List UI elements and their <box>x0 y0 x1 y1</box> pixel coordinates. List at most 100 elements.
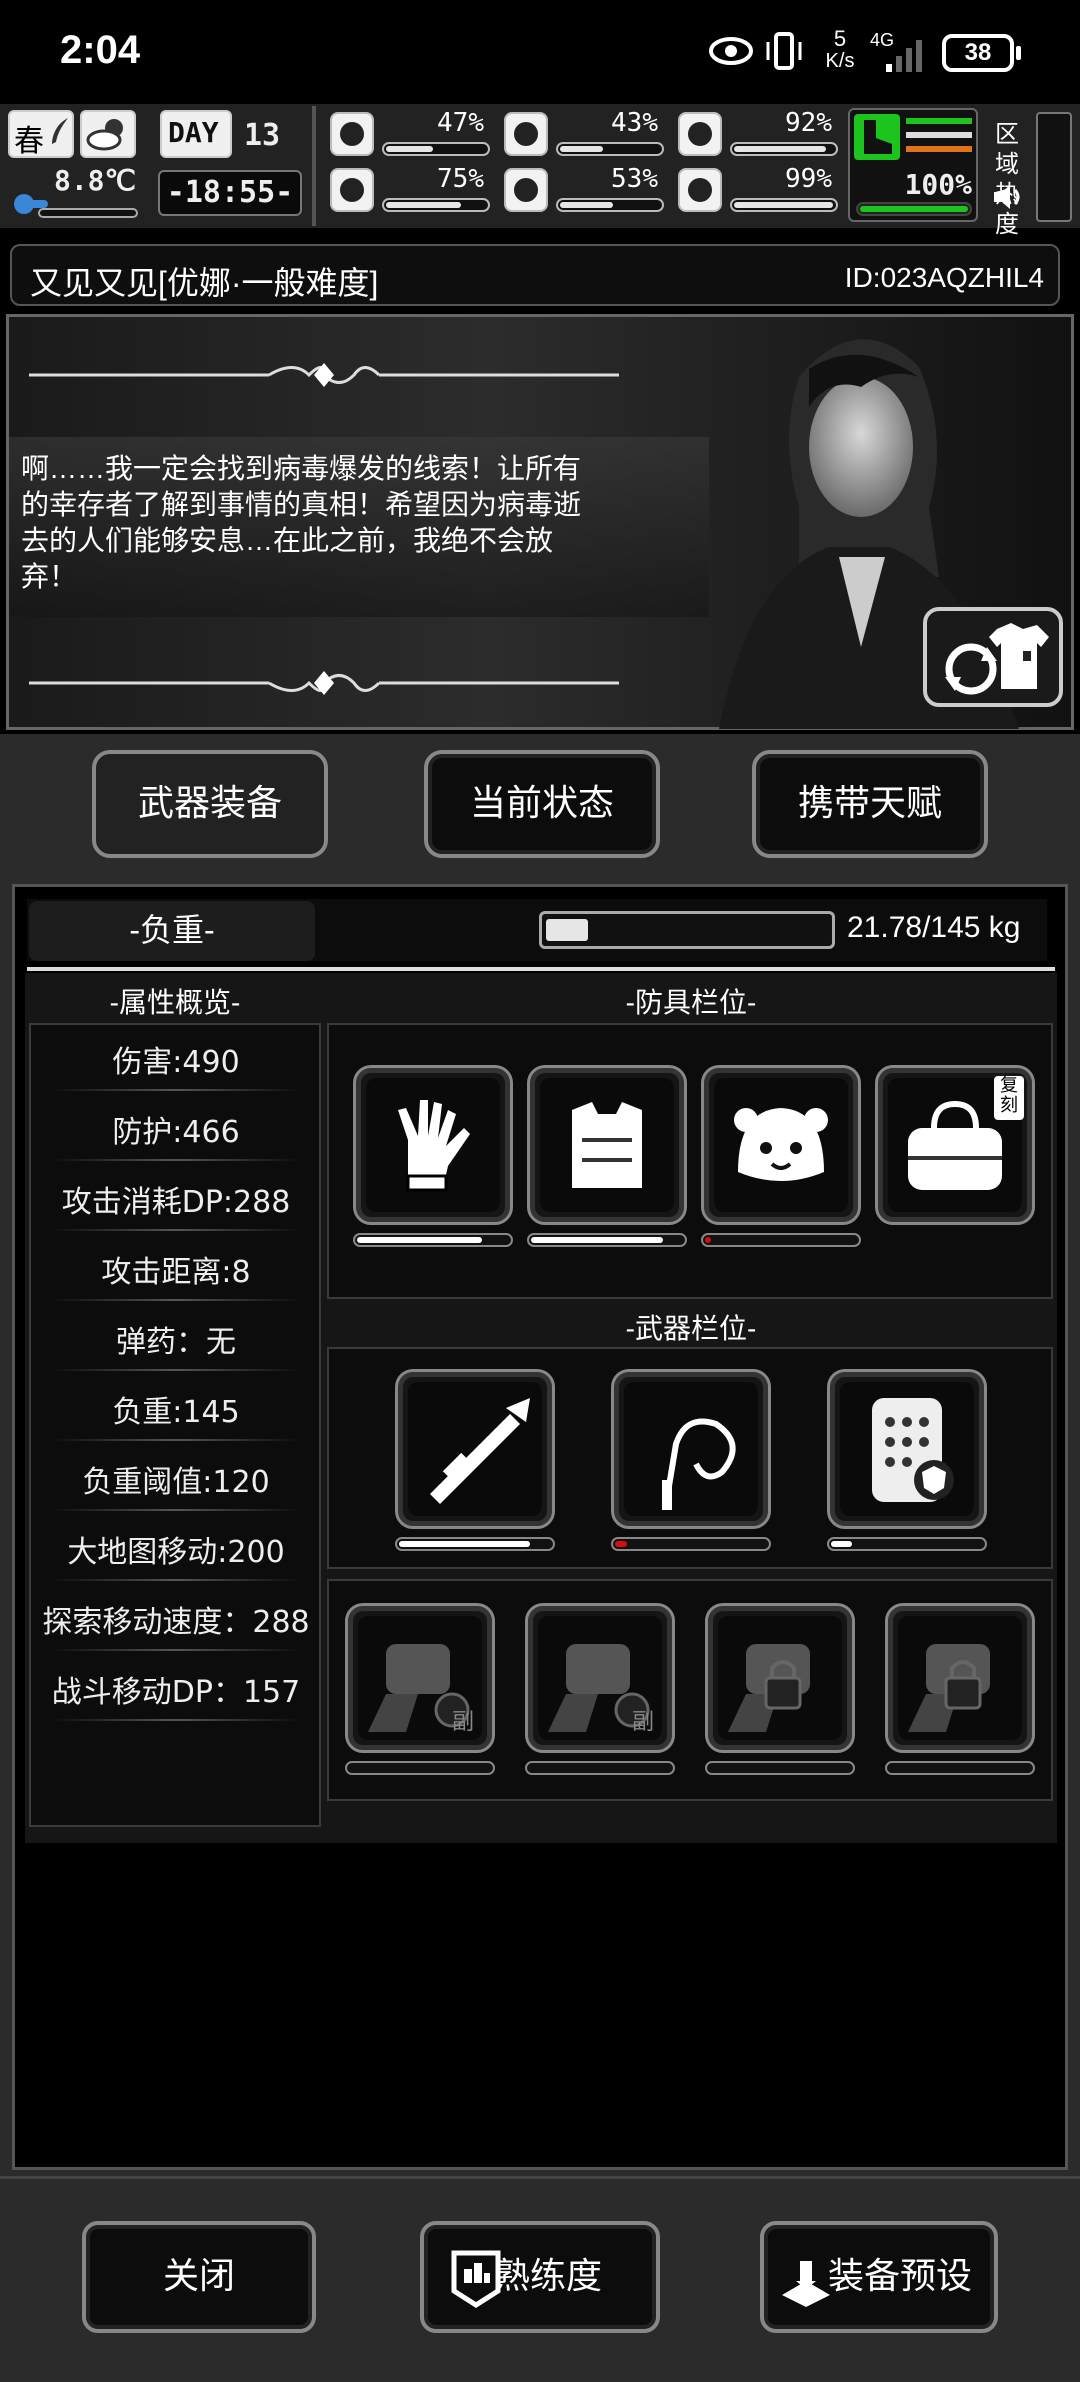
armor-slot-vest[interactable] <box>527 1065 687 1225</box>
weather-box[interactable] <box>80 110 136 158</box>
stat-value-0: 47% <box>437 108 484 138</box>
stat-value-3: 75% <box>437 164 484 194</box>
tab-current-status[interactable]: 当前状态 <box>424 750 660 858</box>
proficiency-label: 熟练度 <box>494 2256 603 2297</box>
attribute-item: 攻击距离:8 <box>101 1255 251 1290</box>
stat-bar-3 <box>382 198 490 212</box>
player-id: ID:023AQZHIL4 <box>844 262 1044 293</box>
armor-slot-gloves[interactable] <box>353 1065 513 1225</box>
sub-label: 副 <box>451 1710 474 1735</box>
region-heat-label: 区域热度 <box>995 121 1019 238</box>
equipment-preset-label: 装备预设 <box>828 2256 973 2297</box>
stamina-value: 100% <box>904 168 972 201</box>
heart-icon <box>678 168 722 212</box>
sub-label: 副 <box>631 1710 654 1735</box>
temperature: 8.8℃ <box>53 164 136 197</box>
attribute-item: 探索移动速度：288 <box>42 1605 310 1640</box>
load-label: -负重- <box>29 901 315 961</box>
game-clock: -18:55- <box>158 170 302 216</box>
attribute-item: 负重阈值:120 <box>82 1465 270 1500</box>
durability-bar <box>527 1233 687 1247</box>
durability-bar <box>395 1537 555 1551</box>
partly-cloudy-icon <box>86 119 123 151</box>
sub-weapon-slot[interactable]: 副 <box>525 1603 675 1753</box>
profile-name-bar: 又见又见[优娜·一般难度] ID:023AQZHIL4 <box>10 244 1060 306</box>
clock-time: 2:04 <box>60 28 141 72</box>
durability-bar <box>827 1537 987 1551</box>
durability-bar <box>345 1761 495 1775</box>
replica-badge: 复刻 <box>994 1076 1024 1120</box>
status-bar: 2:04 5 K/s 4G 38 <box>0 0 1080 104</box>
stat-value-5: 99% <box>785 164 832 194</box>
durability-bar <box>885 1761 1035 1775</box>
durability-bar <box>611 1537 771 1551</box>
attribute-item: 弹药：无 <box>116 1325 236 1360</box>
bottom-bar: 关闭 熟练度 装备预设 <box>0 2176 1080 2382</box>
armor-title: -防具栏位- <box>625 987 757 1018</box>
day-label-box: DAY <box>160 110 232 158</box>
weapon-slot-rocket-launcher[interactable] <box>395 1369 555 1529</box>
weapon-slot-riot-shield[interactable] <box>827 1369 987 1529</box>
attribute-item: 伤害:490 <box>112 1045 240 1080</box>
stat-bar-4 <box>556 198 664 212</box>
weapon-title: -武器栏位- <box>625 1313 757 1344</box>
ornament-divider-bottom <box>29 671 619 695</box>
equipment-panel: -负重- 21.78/145 kg -属性概览- 伤害:490 防护:466 攻击消… <box>12 884 1068 2170</box>
tab-weapon-equipment[interactable]: 武器装备 <box>92 750 328 858</box>
character-quote: 啊……我一定会找到病毒爆发的线索！让所有的幸存者了解到事情的真相！希望因为病毒逝… <box>21 453 582 592</box>
proficiency-button[interactable]: 熟练度 <box>420 2221 660 2333</box>
equipment-preset-button[interactable]: 装备预设 <box>760 2221 998 2333</box>
day-label: DAY <box>168 116 219 149</box>
vibrate-icon <box>766 32 802 70</box>
stat-bar-5 <box>730 198 838 212</box>
speaker-icon[interactable] <box>990 182 1026 212</box>
attribute-item: 战斗移动DP：157 <box>51 1675 301 1710</box>
sub-weapon-slot[interactable]: 副 <box>345 1603 495 1753</box>
sub-weapon-slots: 副副 <box>327 1579 1053 1801</box>
stat-value-2: 92% <box>785 108 832 138</box>
top-hud: 春 8.8℃ DAY 13 -18:55- 47% 43% 92% 75% 53% 99%… <box>0 104 1080 238</box>
stat-bar-0 <box>382 142 490 156</box>
attribute-item: 大地图移动:200 <box>67 1535 285 1570</box>
battery-icon: 38 <box>942 34 1014 72</box>
feather-icon <box>52 118 68 144</box>
proficiency-icon <box>451 2250 501 2308</box>
region-heat-gauge <box>1036 112 1072 222</box>
outfit-swap-icon <box>945 623 1049 695</box>
load-bar <box>539 911 835 949</box>
pill-icon <box>678 112 722 156</box>
net-speed-value: 5 <box>833 26 847 51</box>
stamina-bar <box>856 202 972 216</box>
character-portrait-panel: 啊……我一定会找到病毒爆发的线索！让所有的幸存者了解到事情的真相！希望因为病毒逝… <box>6 314 1074 730</box>
boot-icon <box>854 114 900 160</box>
stat-value-1: 43% <box>611 108 658 138</box>
armor-slot-bag[interactable]: 复刻 <box>875 1065 1035 1225</box>
ornament-divider-top <box>29 363 619 387</box>
day-value: 13 <box>244 118 281 153</box>
armor-slot-hat[interactable] <box>701 1065 861 1225</box>
durability-bar <box>705 1761 855 1775</box>
stat-bar-2 <box>730 142 838 156</box>
signal-icon <box>886 40 922 72</box>
durability-bar <box>525 1761 675 1775</box>
battery-level: 38 <box>964 39 992 66</box>
locked-weapon-slot[interactable] <box>705 1603 855 1753</box>
change-outfit-button[interactable] <box>923 607 1063 707</box>
stomach-icon <box>504 112 548 156</box>
close-button[interactable]: 关闭 <box>82 2221 316 2333</box>
attribute-item: 防护:466 <box>112 1115 240 1150</box>
durability-bar <box>701 1233 861 1247</box>
weapon-slot-whip[interactable] <box>611 1369 771 1529</box>
attributes-list: 伤害:490 防护:466 攻击消耗DP:288 攻击距离:8 弹药：无 负重:145 负重… <box>29 1023 321 1827</box>
stamina-box: 100% <box>848 108 978 222</box>
water-drop-icon <box>504 168 548 212</box>
brain-icon <box>330 168 374 212</box>
tab-carried-talents[interactable]: 携带天赋 <box>752 750 988 858</box>
attributes-title: -属性概览- <box>109 987 241 1018</box>
armor-slots: 复刻 <box>327 1023 1053 1299</box>
durability-bar <box>353 1233 513 1247</box>
stat-bar-1 <box>556 142 664 156</box>
net-speed-unit: K/s <box>825 50 855 72</box>
medkit-icon <box>330 112 374 156</box>
locked-weapon-slot[interactable] <box>885 1603 1035 1753</box>
